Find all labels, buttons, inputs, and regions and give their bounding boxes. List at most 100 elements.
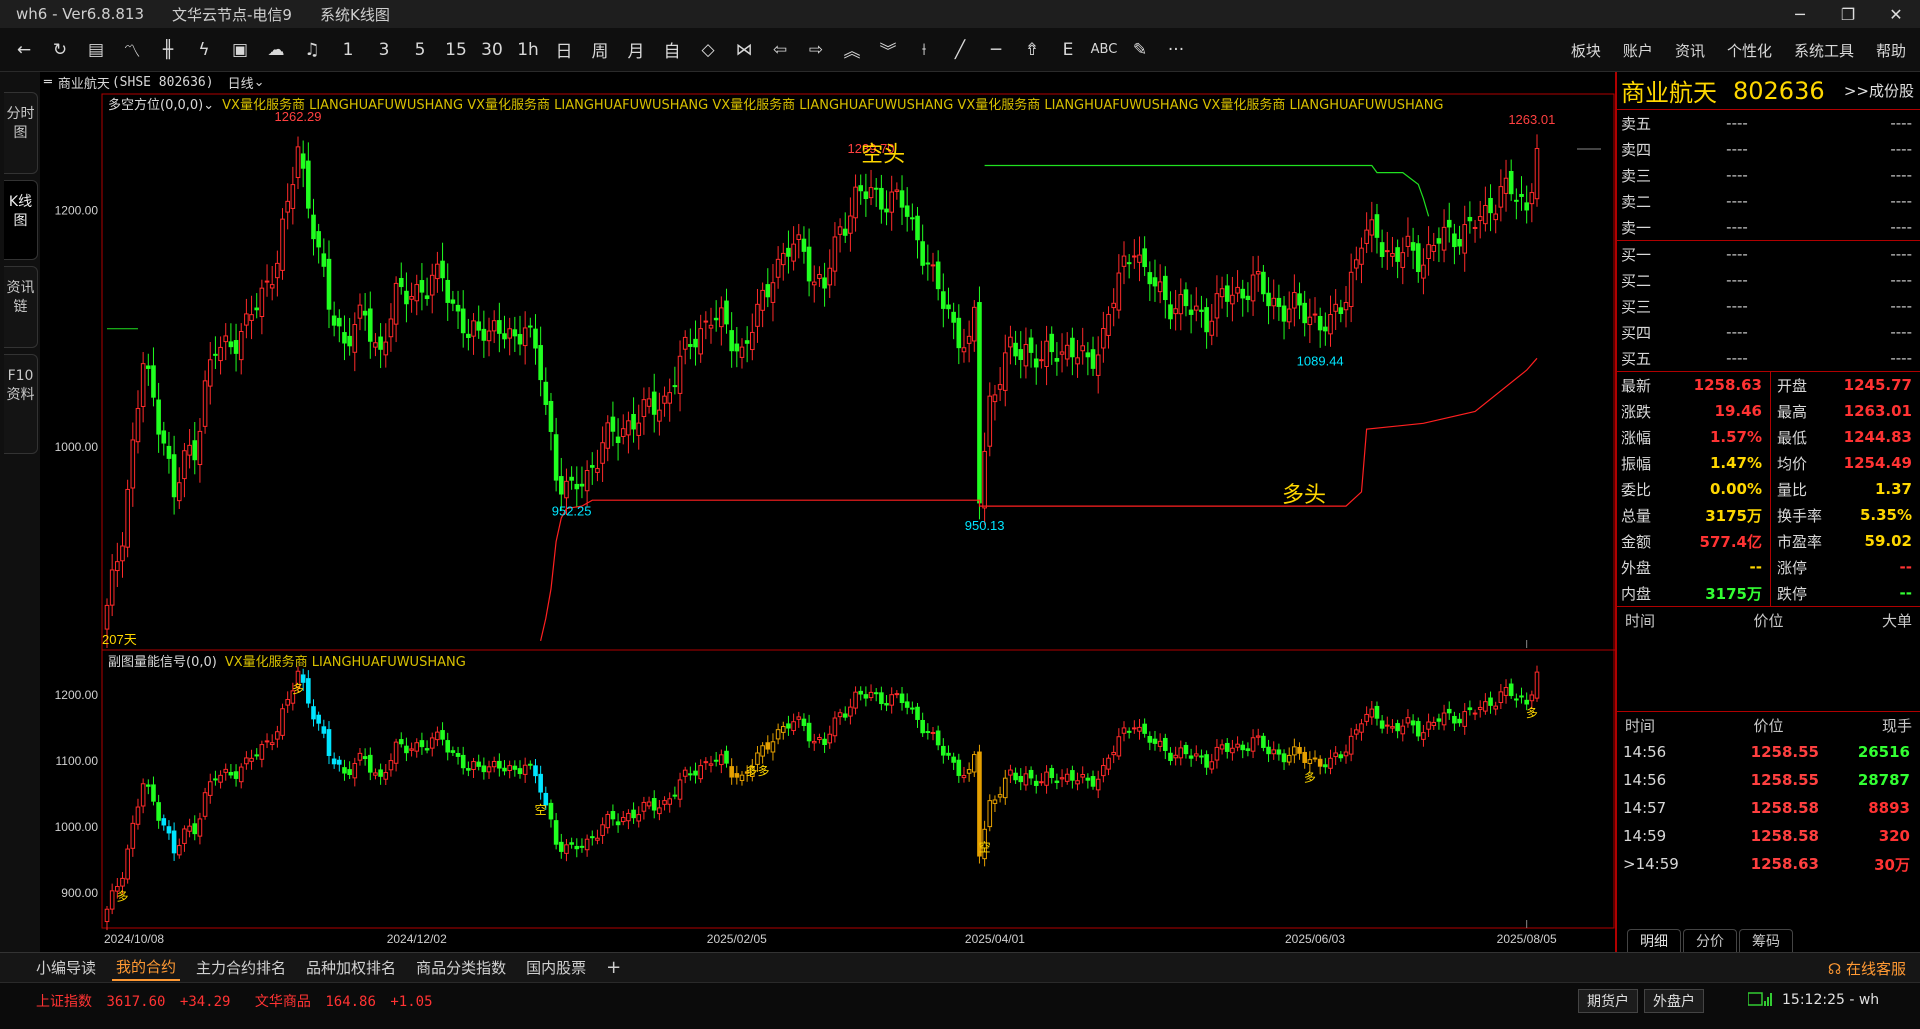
zoom-in-icon[interactable]: ◇ [690,33,726,67]
menu-account[interactable]: 账户 [1623,40,1653,61]
tab-kline[interactable]: K线图 [4,180,38,260]
chart-period[interactable]: 日线 [228,73,254,92]
cloud-sync-icon[interactable]: ☁ [258,33,294,67]
index-ticker: 上证指数 3617.60 +34.29 文华商品 164.86 +1.05 [36,991,439,1011]
subtab-chips[interactable]: 筹码 [1739,929,1793,952]
futures-account-button[interactable]: 期货户 [1578,989,1638,1013]
candlestick-icon[interactable]: ╫ [150,33,186,67]
period-custom[interactable]: 自 [654,33,690,67]
sub-candle [987,794,993,832]
subtab-price[interactable]: 分价 [1683,929,1737,952]
ask-row[interactable]: 卖五 ---- ---- [1617,110,1920,136]
arrow-right-icon[interactable]: ⇨ [798,33,834,67]
period-week[interactable]: 周 [582,33,618,67]
tab-news-chain[interactable]: 资讯链 [4,266,38,348]
ask-row[interactable]: 卖四 ---- ---- [1617,136,1920,162]
candle [1421,248,1426,295]
chevron-down-icon[interactable]: ︾ [870,33,906,67]
sub-candle [306,670,311,708]
sub-candle [130,815,136,857]
menu-tools[interactable]: 系统工具 [1794,40,1854,61]
period-1[interactable]: 1 [330,33,366,67]
arrow-left-icon[interactable]: ⇦ [762,33,798,67]
refresh-icon[interactable]: ↻ [42,33,78,67]
tab-commodity-index[interactable]: 商品分类指数 [412,955,510,980]
menu-sector[interactable]: 板块 [1571,40,1601,61]
pen-line-icon[interactable]: ╱ [942,33,978,67]
period-15[interactable]: 15 [438,33,474,67]
brush-icon[interactable]: ✎ [1122,33,1158,67]
period-3[interactable]: 3 [366,33,402,67]
line-chart-icon[interactable]: 〽 [114,33,150,67]
minimize-icon[interactable]: ─ [1776,0,1824,28]
candle [1508,159,1514,201]
subtab-detail[interactable]: 明细 [1627,929,1681,952]
candle-body [987,395,993,447]
candle [1379,229,1385,268]
period-day[interactable]: 日 [546,33,582,67]
abc-icon[interactable]: ABC [1086,33,1122,67]
tab-main-contracts[interactable]: 主力合约排名 [192,955,290,980]
chevron-down-icon[interactable]: ⌄ [203,98,214,113]
candle [476,305,481,339]
sub-candle-body [1240,744,1246,751]
tab-domestic-stocks[interactable]: 国内股票 [522,955,590,980]
restore-icon[interactable]: ❐ [1824,0,1872,28]
stat-value: -- [1749,558,1762,576]
period-5[interactable]: 5 [402,33,438,67]
candle [1348,253,1354,323]
bid-row[interactable]: 买四 ---- ---- [1617,319,1920,345]
horizontal-line-icon[interactable]: ─ [978,33,1014,67]
add-tab-icon[interactable]: + [606,957,621,978]
home-icon[interactable]: ⇮ [1014,33,1050,67]
trade-panel-icon[interactable]: ▣ [222,33,258,67]
bell-icon[interactable]: ♫ [294,33,330,67]
tab-timeshare[interactable]: 分时图 [4,92,38,174]
chevron-up-icon[interactable]: ︽ [834,33,870,67]
index2-name[interactable]: 文华商品 [255,994,311,1010]
lightning-icon[interactable]: ϟ [186,33,222,67]
stat-label: 内盘 [1621,584,1652,603]
period-30[interactable]: 30 [474,33,510,67]
candle [879,174,884,224]
menu-personalize[interactable]: 个性化 [1727,40,1772,61]
back-arrow-icon[interactable]: ← [6,33,42,67]
sub-indicator-name[interactable]: 副图量能信号(0,0) [108,655,217,670]
bid-row[interactable]: 买二 ---- ---- [1617,267,1920,293]
tab-my-contracts[interactable]: 我的合约 [112,954,181,981]
menu-news[interactable]: 资讯 [1675,40,1705,61]
close-icon[interactable]: ✕ [1872,0,1920,28]
chevron-down-icon[interactable]: ⌄ [254,75,265,90]
ask-row[interactable]: 卖一 ---- ---- [1617,214,1920,240]
candle [729,312,734,368]
main-indicator-name[interactable]: 多空方位(0,0,0) [108,98,203,113]
sub-candle-body [1508,683,1514,697]
tab-weighted-rank[interactable]: 品种加权排名 [302,955,400,980]
stat-label: 振幅 [1621,454,1652,473]
crosshair-icon[interactable]: ⟊ [906,33,942,67]
tab-editor-guide[interactable]: 小编导读 [32,955,100,980]
period-month[interactable]: 月 [618,33,654,67]
text-e-icon[interactable]: E [1050,33,1086,67]
sub-candle-body [1183,744,1189,755]
zoom-out-icon[interactable]: ⋈ [726,33,762,67]
sub-candle [868,684,874,702]
tab-f10[interactable]: F10资料 [4,354,38,454]
menu-help[interactable]: 帮助 [1876,40,1906,61]
bid-row[interactable]: 买一 ---- ---- [1617,241,1920,267]
kline-chart[interactable]: 1262.291239.701263.01952.25950.131089.44… [40,92,1615,952]
sub-candle-body [558,841,564,852]
bid-row[interactable]: 买五 ---- ---- [1617,345,1920,371]
bottom-tabs: 小编导读 我的合约 主力合约排名 品种加权排名 商品分类指数 国内股票 + ☊ … [0,952,1920,982]
chart-menu-icon[interactable]: ═ [44,75,52,90]
period-1h[interactable]: 1h [510,33,546,67]
more-icon[interactable]: ··· [1158,33,1194,67]
constituents-link[interactable]: >>成份股 [1844,80,1914,101]
online-service[interactable]: ☊ 在线客服 [1828,958,1906,979]
ask-row[interactable]: 卖三 ---- ---- [1617,162,1920,188]
ask-row[interactable]: 卖二 ---- ---- [1617,188,1920,214]
index1-name[interactable]: 上证指数 [36,994,92,1010]
quote-list-icon[interactable]: ▤ [78,33,114,67]
foreign-account-button[interactable]: 外盘户 [1644,989,1704,1013]
bid-row[interactable]: 买三 ---- ---- [1617,293,1920,319]
